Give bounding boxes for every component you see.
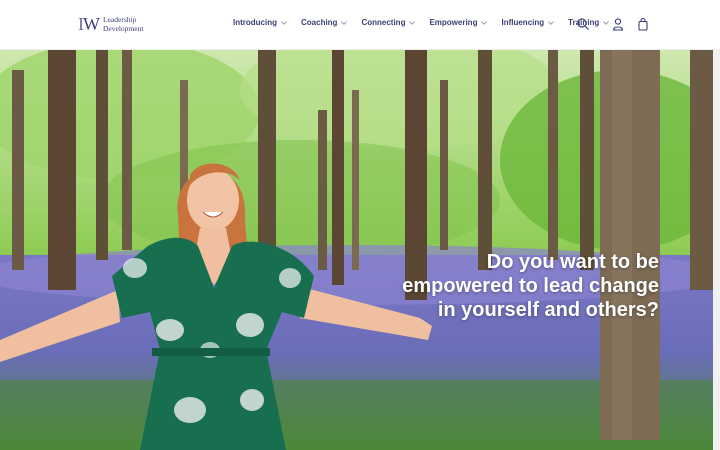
nav-item-empowering[interactable]: Empowering bbox=[429, 18, 488, 27]
logo-line-2: Development bbox=[103, 24, 144, 33]
chevron-down-icon bbox=[548, 18, 554, 25]
nav-item-influencing[interactable]: Influencing bbox=[501, 18, 554, 27]
header-actions bbox=[576, 17, 661, 31]
site-header: IW Leadership Development Introducing Co… bbox=[0, 0, 720, 50]
hero-headline: Do you want to be empowered to lead chan… bbox=[402, 251, 659, 321]
hero-banner: Do you want to be empowered to lead chan… bbox=[0, 50, 713, 450]
chevron-down-icon bbox=[281, 18, 287, 25]
nav-item-connecting[interactable]: Connecting bbox=[361, 18, 416, 27]
chevron-down-icon bbox=[481, 18, 488, 25]
main-nav: Introducing Coaching Connecting Empoweri… bbox=[233, 18, 623, 27]
chevron-down-icon bbox=[341, 18, 348, 25]
page-scrollbar[interactable] bbox=[713, 50, 720, 450]
nav-item-introducing[interactable]: Introducing bbox=[233, 18, 287, 27]
logo-wordmark: Leadership Development bbox=[103, 15, 143, 33]
brand-logo[interactable]: IW Leadership Development bbox=[78, 13, 160, 35]
cart-bag-icon[interactable] bbox=[636, 17, 650, 31]
search-icon[interactable] bbox=[576, 17, 590, 31]
user-icon[interactable] bbox=[611, 17, 625, 31]
nav-item-coaching[interactable]: Coaching bbox=[301, 18, 348, 27]
logo-line-1: Leadership bbox=[103, 15, 137, 24]
logo-monogram: IW bbox=[78, 14, 100, 34]
chevron-down-icon bbox=[409, 18, 416, 25]
